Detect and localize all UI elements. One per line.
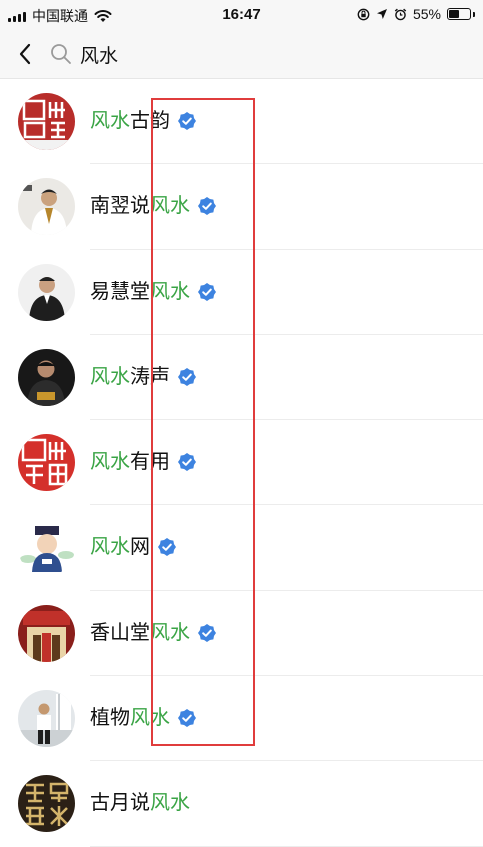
account-name: 风水 涛声 xyxy=(90,365,196,389)
name-highlight: 风水 xyxy=(130,707,170,730)
avatar xyxy=(18,93,75,150)
account-name: 风水 古韵 xyxy=(90,109,196,133)
avatar xyxy=(18,263,75,321)
avatar xyxy=(18,604,75,662)
alarm-icon xyxy=(394,8,407,20)
name-highlight: 风水 xyxy=(90,451,130,474)
name-highlight: 风水 xyxy=(150,792,190,815)
account-name: 易慧堂 风水 xyxy=(90,280,216,304)
result-item[interactable]: 易慧堂 风水 xyxy=(0,250,483,335)
result-item[interactable]: 风水 古韵 xyxy=(0,79,483,165)
avatar xyxy=(18,519,75,577)
result-list: 风水 古韵 南翌说 风水 易慧堂 风水 风水 涛声 风水 有用 风水网香山堂 风水 植物 风水 古月说 风水 xyxy=(0,79,483,847)
verified-badge-icon xyxy=(178,367,196,386)
status-bar: 中国联通 16:47 55% xyxy=(0,0,483,30)
name-text: 易慧堂 xyxy=(90,280,150,303)
search-header xyxy=(0,30,483,79)
rotation-lock-icon xyxy=(357,8,370,20)
result-item[interactable]: 风水网 xyxy=(0,505,483,591)
verified-badge-icon xyxy=(198,197,216,216)
battery-percent: 55% xyxy=(412,6,441,22)
result-item[interactable]: 风水 有用 xyxy=(0,420,483,506)
avatar xyxy=(18,690,75,748)
account-name: 古月说 风水 xyxy=(90,791,190,815)
account-name: 南翌说 风水 xyxy=(90,194,216,218)
result-item[interactable]: 风水 涛声 xyxy=(0,335,483,421)
back-icon[interactable] xyxy=(14,40,38,68)
verified-badge-icon xyxy=(198,282,216,301)
name-text: 香山堂 xyxy=(90,621,150,644)
status-right: 55% xyxy=(357,6,475,22)
name-text: 南翌说 xyxy=(90,195,150,218)
name-text: 古韵 xyxy=(130,110,170,132)
verified-badge-icon xyxy=(158,538,176,557)
avatar xyxy=(18,348,75,406)
name-text: 有用 xyxy=(130,451,170,474)
result-item[interactable]: 南翌说 风水 xyxy=(0,164,483,250)
result-item[interactable]: 香山堂 风水 xyxy=(0,591,483,677)
name-text: 涛声 xyxy=(130,365,170,388)
name-highlight: 风水 xyxy=(150,195,190,218)
name-text: 网 xyxy=(130,536,150,559)
name-text: 古月说 xyxy=(90,792,150,815)
avatar xyxy=(18,178,75,236)
name-highlight: 风水 xyxy=(90,536,130,559)
name-highlight: 风水 xyxy=(90,365,130,388)
account-name: 香山堂 风水 xyxy=(90,621,216,645)
verified-badge-icon xyxy=(178,709,196,728)
name-highlight: 风水 xyxy=(150,280,190,303)
name-highlight: 风水 xyxy=(150,621,190,644)
result-item[interactable]: 植物 风水 xyxy=(0,676,483,762)
verified-badge-icon xyxy=(178,112,196,130)
account-name: 风水 有用 xyxy=(90,450,196,474)
name-highlight: 风水 xyxy=(90,110,130,132)
account-name: 风水网 xyxy=(90,535,176,559)
account-name: 植物 风水 xyxy=(90,706,196,730)
search-icon xyxy=(51,44,71,64)
avatar xyxy=(18,434,75,492)
battery-icon xyxy=(447,8,471,20)
name-text: 植物 xyxy=(90,707,130,730)
verified-badge-icon xyxy=(178,453,196,472)
avatar xyxy=(18,775,75,833)
location-icon xyxy=(376,9,387,19)
search-input[interactable] xyxy=(80,40,460,68)
verified-badge-icon xyxy=(198,623,216,642)
battery-cap xyxy=(473,11,475,17)
result-item[interactable]: 古月说 风水 xyxy=(0,761,483,847)
